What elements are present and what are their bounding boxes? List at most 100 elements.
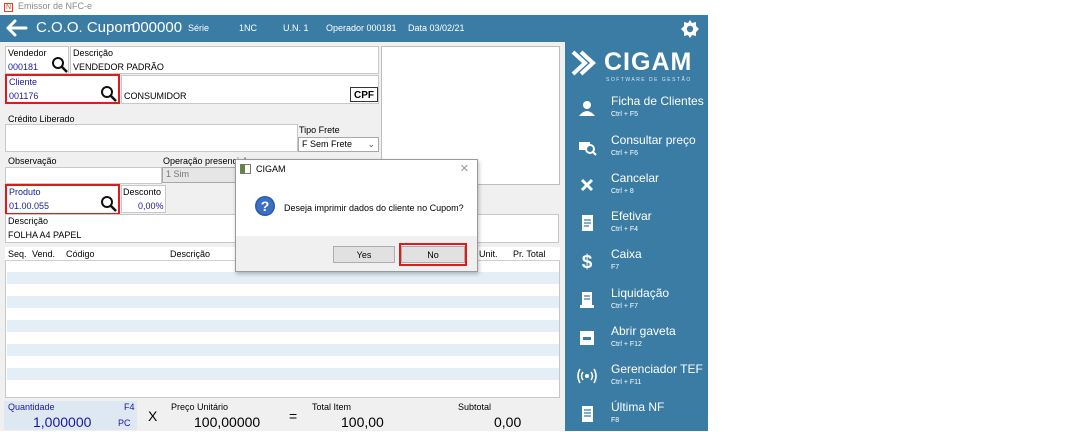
data-value: Data 03/02/21 [408, 23, 465, 33]
yes-button[interactable]: Yes [333, 246, 395, 263]
sidebar-item-consultar-preco[interactable]: Consultar preço Ctrl + F6 [565, 129, 708, 165]
produto-desc: FOLHA A4 PAPEL [8, 230, 82, 240]
sidebar-item-efetivar[interactable]: Efetivar Ctrl + F4 [565, 205, 708, 241]
sidebar-item-ficha-clientes[interactable]: Ficha de Clientes Ctrl + F5 [565, 90, 708, 126]
tipo-frete-value: F Sem Frete [302, 139, 353, 149]
sidebar-item-label: Caixa [611, 247, 642, 261]
logo-text: CIGAM [604, 48, 693, 76]
total-item-label: Total Item [312, 402, 352, 412]
equals-sign: = [289, 408, 298, 424]
credito-label: Crédito Liberado [8, 114, 75, 124]
close-icon [580, 178, 594, 192]
operacao-value: 1 Sim [166, 169, 190, 179]
sidebar-item-shortcut: Ctrl + F12 [611, 341, 642, 348]
col-unit: Unit. [479, 249, 498, 259]
dialog-message: Deseja imprimir dados do cliente no Cupo… [284, 203, 464, 213]
document-icon [582, 215, 593, 231]
sidebar-item-shortcut: Ctrl + F5 [611, 111, 639, 118]
cigam-logo-mark-icon [571, 50, 596, 76]
sidebar-item-label: Efetivar [611, 209, 652, 223]
table-row [7, 368, 559, 380]
cpf-button[interactable]: CPF [350, 87, 378, 102]
dialog-close-icon[interactable]: ✕ [460, 162, 469, 175]
svg-text:$: $ [582, 252, 593, 271]
sidebar-item-liquidacao[interactable]: Liquidação Ctrl + F7 [565, 282, 708, 318]
cliente-label: Cliente [9, 77, 38, 87]
tipo-frete-select[interactable]: F Sem Frete ⌄ [298, 137, 379, 152]
sidebar-item-shortcut: F8 [611, 417, 620, 424]
cliente-code: 001176 [9, 91, 39, 101]
sidebar: CIGAM SOFTWARE DE GESTÃO Ficha de Client… [565, 42, 708, 431]
sidebar-item-shortcut: Ctrl + F11 [611, 379, 642, 386]
operacao-label: Operação presencial [163, 156, 247, 166]
back-arrow-icon[interactable] [6, 19, 28, 37]
cliente-search-icon[interactable] [100, 85, 118, 103]
table-row [7, 296, 559, 308]
chevron-down-icon: ⌄ [367, 139, 375, 149]
sidebar-item-gerenciador-tef[interactable]: Gerenciador TEF Ctrl + F11 [565, 358, 708, 394]
produto-code: 01.00.055 [9, 201, 50, 211]
produto-search-icon[interactable] [100, 195, 118, 213]
sidebar-item-ultima-nf[interactable]: Última NF F8 [565, 396, 708, 432]
sidebar-item-label: Ficha de Clientes [611, 94, 704, 108]
wireless-icon [577, 368, 597, 384]
descricao-label: Descrição [73, 48, 114, 58]
coo-number: 000000 [132, 19, 183, 36]
receipt-icon [580, 292, 594, 308]
logo-subtitle: SOFTWARE DE GESTÃO [606, 77, 692, 83]
no-button-highlight [399, 243, 467, 266]
observacao-field[interactable] [5, 167, 162, 184]
sidebar-item-label: Cancelar [611, 171, 660, 185]
descricao2-label: Descrição [8, 216, 49, 226]
subtotal-label: Subtotal [458, 402, 492, 412]
sidebar-item-label: Abrir gaveta [611, 324, 676, 338]
sidebar-item-shortcut: Ctrl + 8 [611, 188, 634, 195]
table-row [7, 272, 559, 284]
sidebar-item-cancelar[interactable]: Cancelar Ctrl + 8 [565, 167, 708, 203]
window-title: Emissor de NFC-e [18, 1, 93, 11]
svg-text:?: ? [261, 198, 270, 214]
un-value: U.N. 1 [283, 23, 309, 33]
unidade-value: PC [118, 418, 131, 428]
operador-value: Operador 000181 [326, 23, 397, 33]
col-codigo: Código [66, 249, 95, 259]
settings-gear-icon[interactable] [680, 19, 700, 39]
col-seq: Seq. [8, 249, 27, 259]
cigam-logo: CIGAM SOFTWARE DE GESTÃO [571, 48, 705, 84]
desconto-value: 0,00% [138, 201, 164, 211]
preco-label: Preço Unitário [171, 402, 229, 412]
col-descricao: Descrição [170, 249, 211, 259]
credito-field [5, 124, 298, 152]
cliente-desc: CONSUMIDOR [124, 91, 187, 101]
quantidade-value: 1,000000 [33, 414, 92, 430]
sidebar-item-shortcut: Ctrl + F6 [611, 150, 639, 157]
quantidade-key: F4 [124, 402, 135, 412]
subtotal-value: 0,00 [494, 414, 522, 430]
desconto-label: Desconto [123, 187, 162, 197]
operacao-select[interactable]: 1 Sim [162, 167, 240, 183]
sidebar-item-shortcut: F7 [611, 264, 620, 271]
produto-label: Produto [9, 187, 41, 197]
invoice-icon [582, 406, 593, 422]
vendedor-search-icon[interactable] [51, 56, 69, 74]
dialog-title: CIGAM [256, 164, 286, 174]
dialog-footer: Yes No [236, 236, 477, 271]
sidebar-item-shortcut: Ctrl + F7 [611, 303, 639, 310]
dollar-icon: $ [582, 252, 593, 271]
app-window: N Emissor de NFC-e C.O.O. Cupom 000000 S… [0, 0, 708, 431]
preco-value: 100,00000 [194, 414, 261, 430]
price-search-icon [579, 142, 597, 156]
observacao-label: Observação [8, 156, 57, 166]
sidebar-item-label: Gerenciador TEF [611, 362, 703, 376]
sidebar-item-caixa[interactable]: $ Caixa F7 [565, 243, 708, 279]
sidebar-item-shortcut: Ctrl + F4 [611, 226, 639, 233]
totals-bar: Quantidade F4 1,000000 PC X Preço Unitár… [0, 399, 565, 431]
confirm-dialog: CIGAM ✕ ? Deseja imprimir dados do clien… [235, 159, 478, 272]
app-icon: N [4, 3, 13, 12]
serie-label: Série [188, 23, 210, 33]
sidebar-item-abrir-gaveta[interactable]: Abrir gaveta Ctrl + F12 [565, 320, 708, 356]
quantidade-label: Quantidade [8, 402, 55, 412]
col-vend: Vend. [32, 249, 56, 259]
user-card-icon [579, 101, 595, 116]
serie-value: 1NC [239, 23, 258, 33]
